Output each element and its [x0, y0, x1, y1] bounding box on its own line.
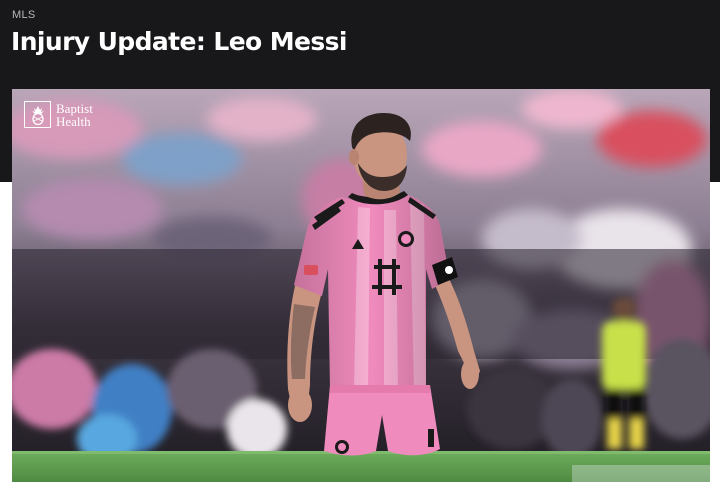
- sponsor-name-line1: Baptist: [56, 100, 93, 116]
- hero-photo-illustration: [12, 89, 710, 482]
- sponsor-name: Baptist Health: [56, 102, 93, 128]
- category-label[interactable]: MLS: [12, 9, 36, 21]
- article-title: Injury Update: Leo Messi: [11, 27, 348, 56]
- hero-image: Baptist Health: [12, 89, 710, 482]
- pineapple-icon: [24, 101, 51, 128]
- article-page: MLS Injury Update: Leo Messi Baptist Hea…: [0, 0, 720, 492]
- sponsor-name-line2: Health: [56, 113, 91, 129]
- sponsor-logo: Baptist Health: [24, 101, 93, 128]
